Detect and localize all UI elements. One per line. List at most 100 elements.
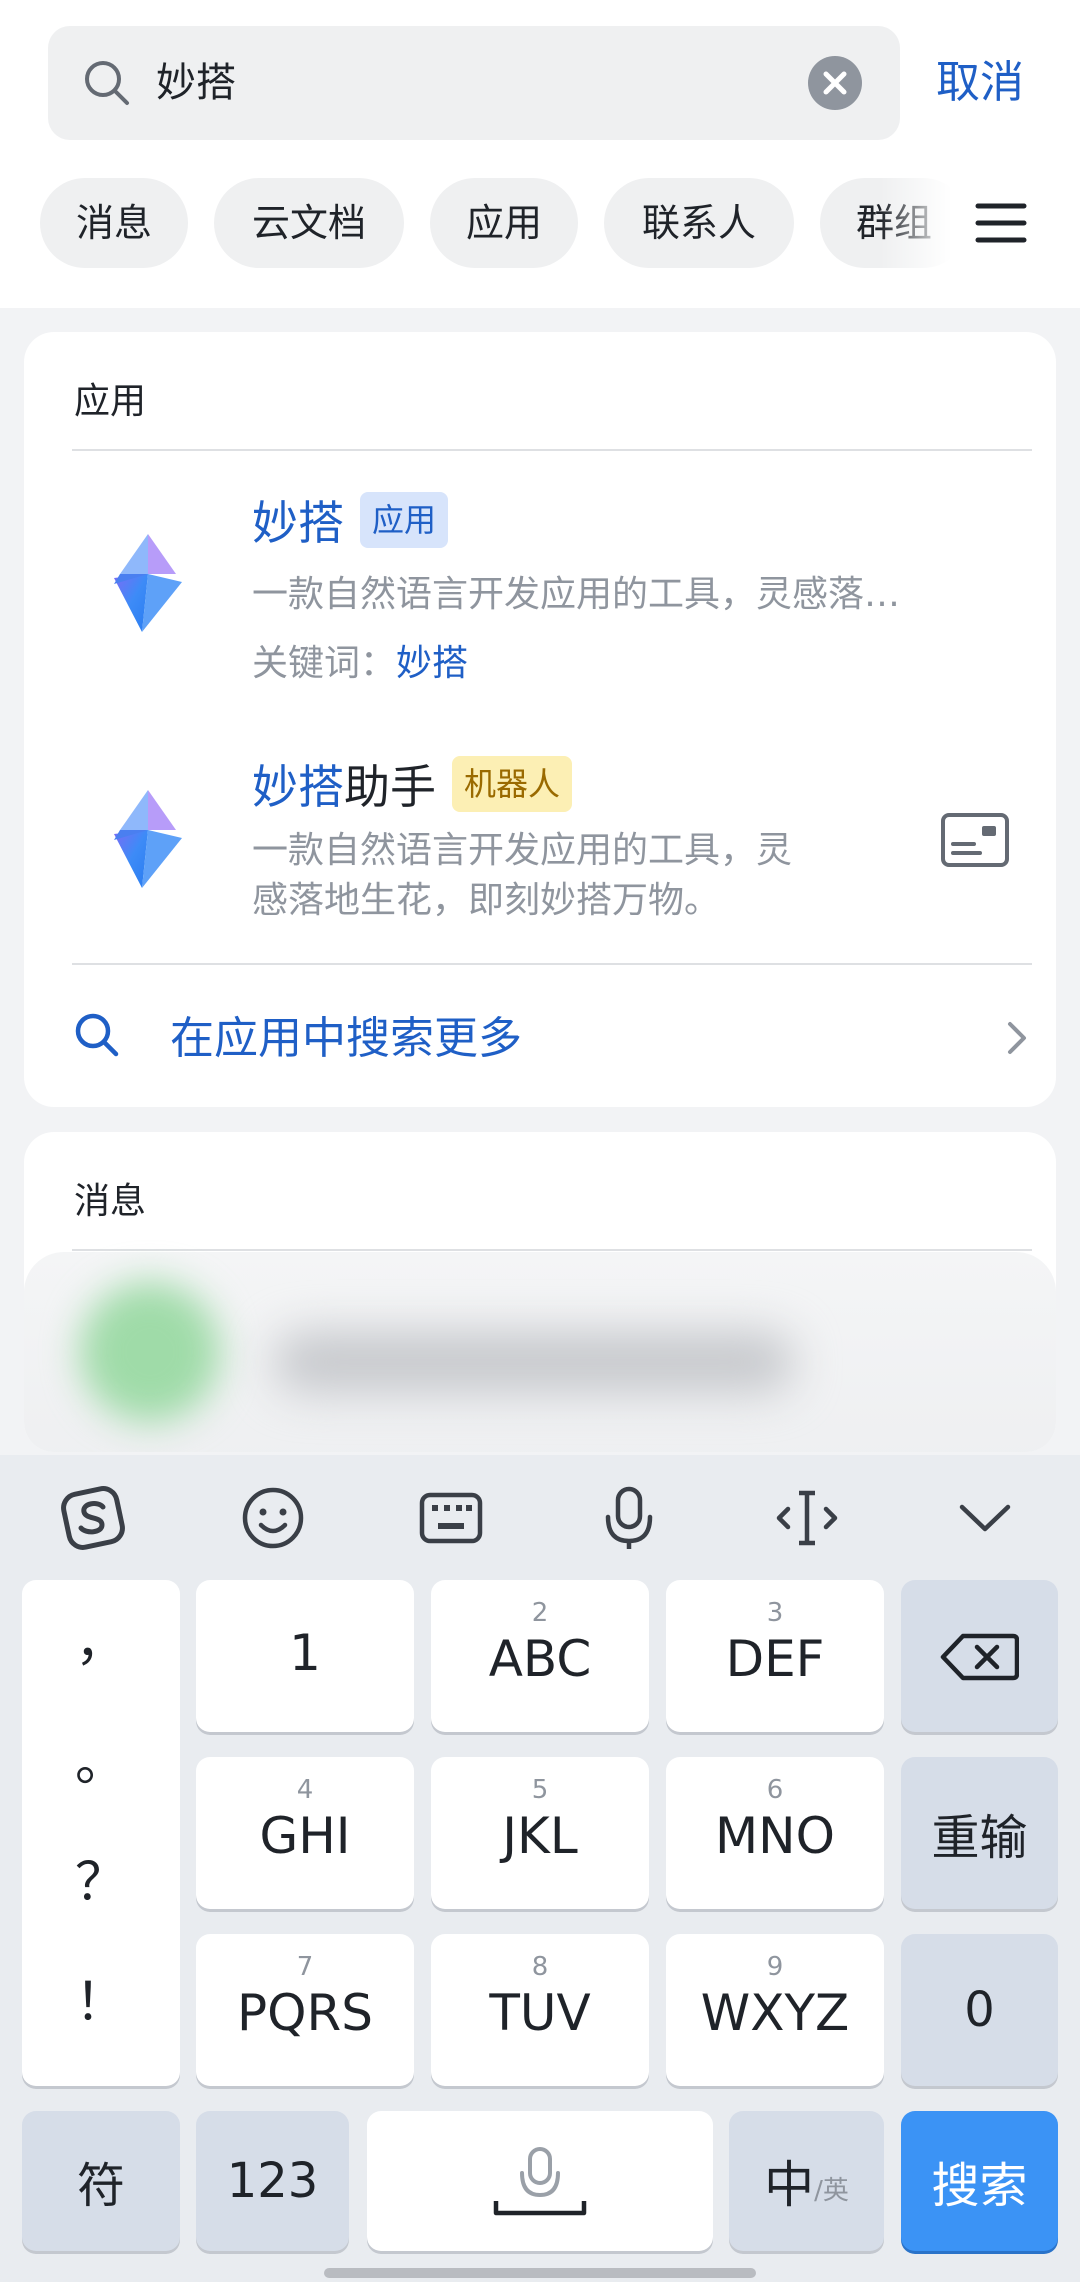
bot-description-line1: 一款自然语言开发应用的工具，灵: [252, 830, 793, 871]
key-label: 符: [76, 2158, 125, 2214]
key-num: 4: [296, 1775, 314, 1805]
search-icon: [75, 1013, 119, 1057]
filter-chip-messages[interactable]: 消息: [40, 178, 188, 268]
divider: [72, 1249, 1032, 1251]
search-key[interactable]: 搜索: [901, 2111, 1058, 2251]
key-6-mno[interactable]: 6 MNO: [666, 1757, 884, 1909]
key-label: PQRS: [237, 1984, 373, 2042]
bot-type-badge: 机器人: [452, 756, 573, 812]
apps-section-card: 应用 妙搭 应用 一款自然语言开发应用的工具，灵感落… 关键词：妙搭 妙搭 助手…: [24, 332, 1056, 1107]
space-key[interactable]: [367, 2111, 713, 2251]
section-title-messages: 消息: [74, 1181, 147, 1222]
message-preview-blurred: [274, 1332, 794, 1392]
key-9-wxyz[interactable]: 9 WXYZ: [666, 1934, 884, 2086]
filter-chip-contacts[interactable]: 联系人: [604, 178, 794, 268]
key-1[interactable]: 1: [196, 1580, 414, 1732]
search-query-text[interactable]: 妙搭: [156, 26, 236, 140]
search-icon: [85, 61, 129, 105]
keyword-label: 关键词：: [252, 643, 397, 684]
language-switch-key[interactable]: 中/英: [729, 2111, 884, 2251]
punct-comma[interactable]: ，: [22, 1600, 180, 1675]
chevron-right-icon: [1008, 1022, 1026, 1054]
key-num: 8: [531, 1952, 549, 1982]
key-label: 0: [964, 1982, 995, 2038]
key-label: ABC: [488, 1630, 592, 1688]
key-num: 7: [296, 1952, 314, 1982]
search-more-in-apps-link[interactable]: 在应用中搜索更多: [72, 992, 1032, 1086]
message-result-blurred[interactable]: [24, 1252, 1056, 1452]
lang-main: 中: [764, 2156, 815, 2214]
app-description: 一款自然语言开发应用的工具，灵感落…: [252, 574, 901, 615]
key-num: 2: [531, 1598, 549, 1628]
divider: [72, 449, 1032, 451]
search-header: 妙搭 取消 消息 云文档 应用 联系人 群组: [0, 0, 1080, 308]
punct-period[interactable]: 。: [22, 1720, 180, 1795]
cancel-button[interactable]: 取消: [936, 26, 1024, 140]
punct-exclaim[interactable]: ！: [22, 1960, 180, 2035]
divider: [72, 963, 1032, 965]
key-0[interactable]: 0: [901, 1934, 1058, 2086]
chevron-down-icon[interactable]: [950, 1483, 1020, 1553]
app-name: 妙搭 应用: [252, 488, 449, 552]
keyword-value: 妙搭: [396, 643, 469, 684]
clear-search-button[interactable]: [808, 56, 862, 110]
home-indicator[interactable]: [324, 2268, 756, 2278]
numeric-key[interactable]: 123: [196, 2111, 349, 2251]
app-type-badge: 应用: [360, 492, 449, 548]
filter-chip-docs[interactable]: 云文档: [214, 178, 404, 268]
lang-sub: /英: [814, 2175, 849, 2206]
key-num: 6: [766, 1775, 784, 1805]
key-label: DEF: [725, 1630, 825, 1688]
filter-fade: [880, 178, 970, 272]
filter-chip-apps[interactable]: 应用: [430, 178, 578, 268]
profile-card-icon[interactable]: [940, 812, 1010, 868]
filter-tabs: 消息 云文档 应用 联系人 群组: [0, 178, 1080, 272]
key-label: JKL: [502, 1807, 578, 1865]
microphone-icon: [493, 2147, 587, 2216]
key-num: 9: [766, 1952, 784, 1982]
keyboard-toolbar: [0, 1455, 1080, 1583]
backspace-key[interactable]: [901, 1580, 1058, 1732]
key-label: WXYZ: [700, 1984, 850, 2042]
miaoda-assistant-logo-icon: [114, 790, 182, 888]
key-label: MNO: [715, 1807, 835, 1865]
key-label: 123: [226, 2153, 319, 2209]
key-label: 重输: [931, 1810, 1028, 1866]
key-2-abc[interactable]: 2 ABC: [431, 1580, 649, 1732]
avatar: [80, 1282, 220, 1422]
punct-question[interactable]: ？: [22, 1840, 180, 1915]
symbol-key[interactable]: 符: [22, 2111, 180, 2251]
key-8-tuv[interactable]: 8 TUV: [431, 1934, 649, 2086]
key-num: 5: [531, 1775, 549, 1805]
key-5-jkl[interactable]: 5 JKL: [431, 1757, 649, 1909]
miaoda-logo-icon: [114, 534, 182, 632]
reenter-key[interactable]: 重输: [901, 1757, 1058, 1909]
key-3-def[interactable]: 3 DEF: [666, 1580, 884, 1732]
ime-keyboard: ， 。 ？ ！ 1 2 ABC 3 DEF 4 GHI 5 JKL 6 MNO …: [0, 1455, 1080, 2282]
key-label: 搜索: [931, 2158, 1028, 2214]
key-num: 3: [766, 1598, 784, 1628]
key-label: 1: [289, 1624, 321, 1682]
app-name-highlight: 妙搭: [252, 496, 344, 550]
bot-name: 妙搭 助手 机器人: [252, 752, 573, 816]
key-label: 中/英: [729, 2111, 884, 2251]
emoji-icon[interactable]: [238, 1483, 308, 1553]
messages-section-card: 消息: [24, 1132, 1056, 1452]
sogou-logo-icon[interactable]: [58, 1483, 128, 1553]
close-icon: [823, 71, 847, 95]
microphone-icon[interactable]: [594, 1483, 664, 1553]
keyboard-icon[interactable]: [416, 1483, 486, 1553]
key-label: TUV: [489, 1984, 591, 2042]
section-title-apps: 应用: [74, 381, 147, 422]
punctuation-column[interactable]: ， 。 ？ ！: [22, 1580, 180, 2086]
key-7-pqrs[interactable]: 7 PQRS: [196, 1934, 414, 2086]
menu-icon[interactable]: [972, 196, 1030, 250]
key-4-ghi[interactable]: 4 GHI: [196, 1757, 414, 1909]
bot-name-highlight: 妙搭: [252, 760, 344, 814]
app-keyword: 关键词：妙搭: [252, 634, 468, 686]
search-more-label: 在应用中搜索更多: [170, 1013, 522, 1064]
search-input[interactable]: 妙搭: [48, 26, 900, 140]
bot-description-line2: 感落地生花，即刻妙搭万物。: [252, 880, 721, 921]
cursor-icon[interactable]: [772, 1483, 842, 1553]
key-label: GHI: [259, 1807, 351, 1865]
